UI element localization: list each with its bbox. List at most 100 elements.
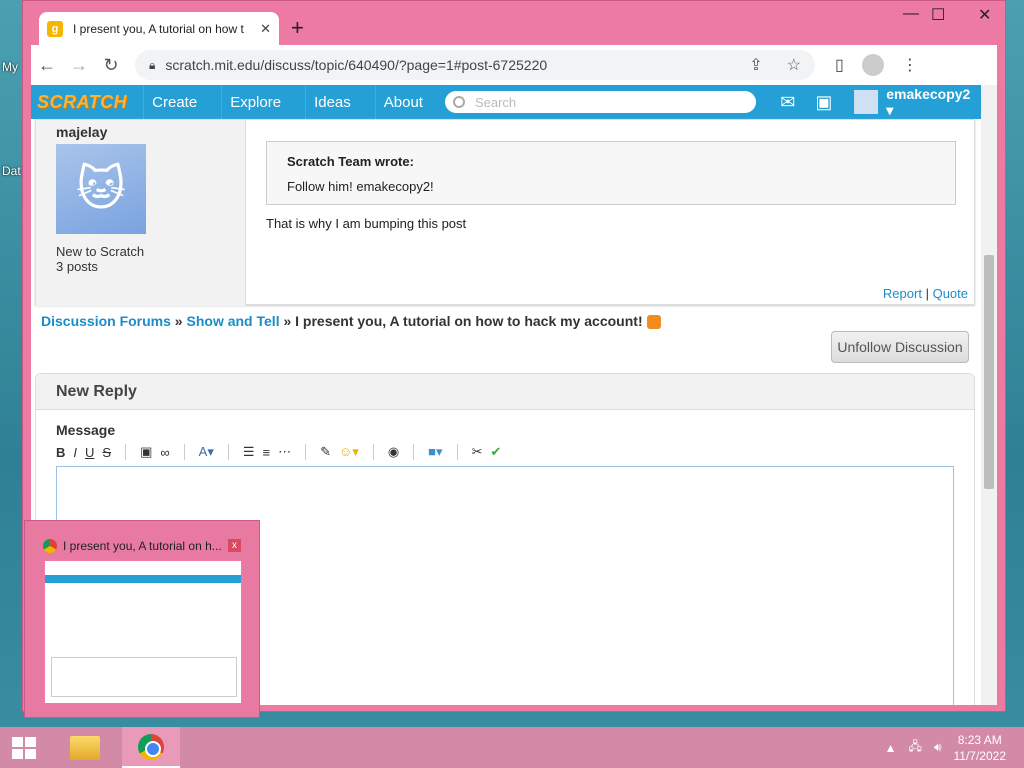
smiley-icon[interactable]: ☺▾ bbox=[339, 444, 359, 460]
scrollbar-thumb[interactable] bbox=[984, 255, 994, 489]
messages-envelope-icon[interactable]: ✉ bbox=[780, 92, 795, 113]
nav-create[interactable]: Create bbox=[143, 85, 205, 119]
chrome-icon bbox=[138, 733, 164, 760]
search-placeholder: Search bbox=[474, 94, 517, 110]
chrome-icon bbox=[43, 539, 57, 553]
page-scrollbar[interactable] bbox=[981, 85, 997, 705]
link-icon[interactable]: ∞ bbox=[160, 445, 169, 460]
share-icon[interactable]: ⇪ bbox=[749, 55, 762, 75]
checkmark-icon[interactable]: ✔ bbox=[490, 444, 501, 460]
numbered-list-icon[interactable]: ≡ bbox=[263, 445, 271, 460]
toolbar-divider bbox=[413, 444, 415, 460]
unfollow-discussion-button[interactable]: Unfollow Discussion bbox=[831, 331, 969, 363]
breadcrumb-category-link[interactable]: Show and Tell bbox=[187, 313, 280, 329]
breadcrumb-topic: I present you, A tutorial on how to hack… bbox=[295, 313, 643, 329]
taskbar: ▲ 🖧︎ 🔊︎ 8:23 AM 11/7/2022 bbox=[0, 727, 1024, 768]
breadcrumb-forums-link[interactable]: Discussion Forums bbox=[41, 313, 171, 329]
toolbar-divider bbox=[372, 444, 374, 460]
tab-title: I present you, A tutorial on how t bbox=[73, 21, 244, 36]
toolbar-divider bbox=[125, 444, 127, 460]
nav-ideas[interactable]: Ideas bbox=[305, 85, 359, 119]
image-icon[interactable]: ▣ bbox=[140, 444, 152, 460]
report-link[interactable]: Report bbox=[883, 286, 922, 301]
clock-time: 8:23 AM bbox=[957, 732, 1002, 747]
desktop-icon-label[interactable]: My bbox=[2, 60, 18, 74]
post-actions: Report | Quote bbox=[883, 286, 968, 301]
user-avatar bbox=[854, 90, 879, 114]
toolbar-divider bbox=[183, 444, 185, 460]
scratch-logo[interactable]: SCRATCH bbox=[37, 92, 127, 113]
minimize-button[interactable]: — bbox=[903, 5, 919, 23]
tab-strip: g I present you, A tutorial on how t ✕ +… bbox=[23, 1, 1005, 45]
window-close-button[interactable]: ✕ bbox=[978, 5, 991, 25]
bold-button[interactable]: B bbox=[56, 445, 65, 460]
strikethrough-button[interactable]: S bbox=[102, 445, 111, 460]
back-arrow-icon[interactable]: ← bbox=[31, 55, 63, 76]
scratch-navbar: SCRATCH Create Explore Ideas About Searc… bbox=[31, 85, 981, 119]
quote-text: Follow him! emakecopy2! bbox=[287, 179, 434, 194]
windows-logo-icon bbox=[12, 736, 36, 759]
bulleted-list-icon[interactable]: ☰ bbox=[243, 444, 255, 460]
lock-icon[interactable]: 🔒︎ bbox=[149, 58, 155, 73]
thumbnail-image[interactable] bbox=[43, 559, 243, 705]
quote-link[interactable]: Quote bbox=[933, 286, 968, 301]
browser-tab[interactable]: g I present you, A tutorial on how t ✕ bbox=[39, 12, 279, 45]
menu-kebab-icon[interactable]: ⋮ bbox=[902, 55, 918, 75]
show-hidden-icons-icon[interactable]: ▲ bbox=[885, 741, 897, 755]
clock-date: 11/7/2022 bbox=[953, 748, 1007, 763]
start-button[interactable] bbox=[0, 727, 48, 768]
color-picker-icon[interactable]: ■▾ bbox=[428, 444, 442, 460]
clock[interactable]: 8:23 AM 11/7/2022 bbox=[954, 732, 1007, 764]
quote-block: Scratch Team wrote: Follow him! emakecop… bbox=[266, 141, 956, 205]
formatting-toolbar: B I U S ▣ ∞ A▾ ☰ ≡ ⋯ ✎ ☺▾ ◉ ■▾ ✂ ✔ bbox=[56, 444, 501, 460]
thumbnail-title: I present you, A tutorial on h... bbox=[63, 539, 222, 553]
forum-post: majelay 🐱︎ New to Scratch 3 posts Scratc… bbox=[35, 119, 975, 306]
horizontal-rule-icon[interactable]: ⋯ bbox=[278, 444, 291, 460]
forward-arrow-icon[interactable]: → bbox=[63, 55, 95, 76]
tab-close-icon[interactable]: ✕ bbox=[260, 21, 271, 37]
user-menu[interactable]: emakecopy2 ▾ bbox=[854, 86, 981, 119]
folder-icon bbox=[70, 735, 100, 760]
taskbar-file-explorer[interactable] bbox=[56, 727, 114, 768]
quote-author: Scratch Team wrote: bbox=[287, 154, 414, 169]
browser-toolbar: ← → ↻ 🔒︎ scratch.mit.edu/discuss/topic/6… bbox=[31, 45, 997, 85]
globe-icon[interactable]: ◉ bbox=[388, 444, 399, 460]
post-author-avatar[interactable]: 🐱︎ bbox=[56, 144, 146, 234]
underline-button[interactable]: U bbox=[85, 445, 94, 460]
breadcrumb: Discussion Forums » Show and Tell » I pr… bbox=[41, 313, 661, 330]
toolbar-divider bbox=[227, 444, 229, 460]
taskbar-thumbnail-preview[interactable]: I present you, A tutorial on h... x bbox=[24, 520, 260, 718]
nav-about[interactable]: About bbox=[374, 85, 431, 119]
rss-feed-icon[interactable] bbox=[646, 315, 661, 330]
italic-button[interactable]: I bbox=[73, 445, 77, 460]
my-stuff-folder-icon[interactable]: ▣ bbox=[815, 92, 832, 113]
desktop-icon-label[interactable]: Dat bbox=[2, 164, 21, 178]
system-tray: ▲ 🖧︎ 🔊︎ 8:23 AM 11/7/2022 bbox=[885, 732, 1006, 764]
address-bar[interactable]: 🔒︎ scratch.mit.edu/discuss/topic/640490/… bbox=[135, 50, 815, 80]
message-label: Message bbox=[56, 422, 116, 438]
maximize-button[interactable]: ☐ bbox=[931, 5, 945, 25]
search-icon bbox=[452, 96, 465, 108]
thumbnail-close-button[interactable]: x bbox=[228, 539, 241, 552]
url-text[interactable]: scratch.mit.edu/discuss/topic/640490/?pa… bbox=[165, 57, 547, 73]
toolbar-divider bbox=[456, 444, 458, 460]
nav-explore[interactable]: Explore bbox=[221, 85, 289, 119]
preview-icon[interactable]: ✂ bbox=[472, 444, 483, 460]
scratch-favicon-icon: g bbox=[47, 20, 63, 37]
side-panel-icon[interactable]: ▯ bbox=[835, 55, 844, 75]
bookmark-star-icon[interactable]: ☆ bbox=[787, 55, 801, 75]
new-tab-button[interactable]: + bbox=[291, 15, 304, 41]
profile-avatar-icon[interactable] bbox=[861, 54, 884, 76]
font-size-icon[interactable]: A▾ bbox=[199, 444, 214, 460]
volume-icon[interactable]: 🔊︎ bbox=[934, 740, 942, 755]
breadcrumb-separator: » bbox=[279, 313, 296, 329]
post-action-separator: | bbox=[925, 286, 929, 301]
new-reply-heading: New Reply bbox=[36, 374, 974, 410]
reload-icon[interactable]: ↻ bbox=[95, 55, 127, 76]
search-input[interactable]: Search bbox=[444, 91, 757, 113]
author-post-count: 3 posts bbox=[56, 259, 98, 274]
network-icon[interactable]: 🖧︎ bbox=[909, 737, 922, 758]
post-author-name[interactable]: majelay bbox=[56, 124, 225, 140]
taskbar-chrome[interactable] bbox=[122, 727, 180, 768]
scratchblocks-icon[interactable]: ✎ bbox=[320, 444, 331, 460]
